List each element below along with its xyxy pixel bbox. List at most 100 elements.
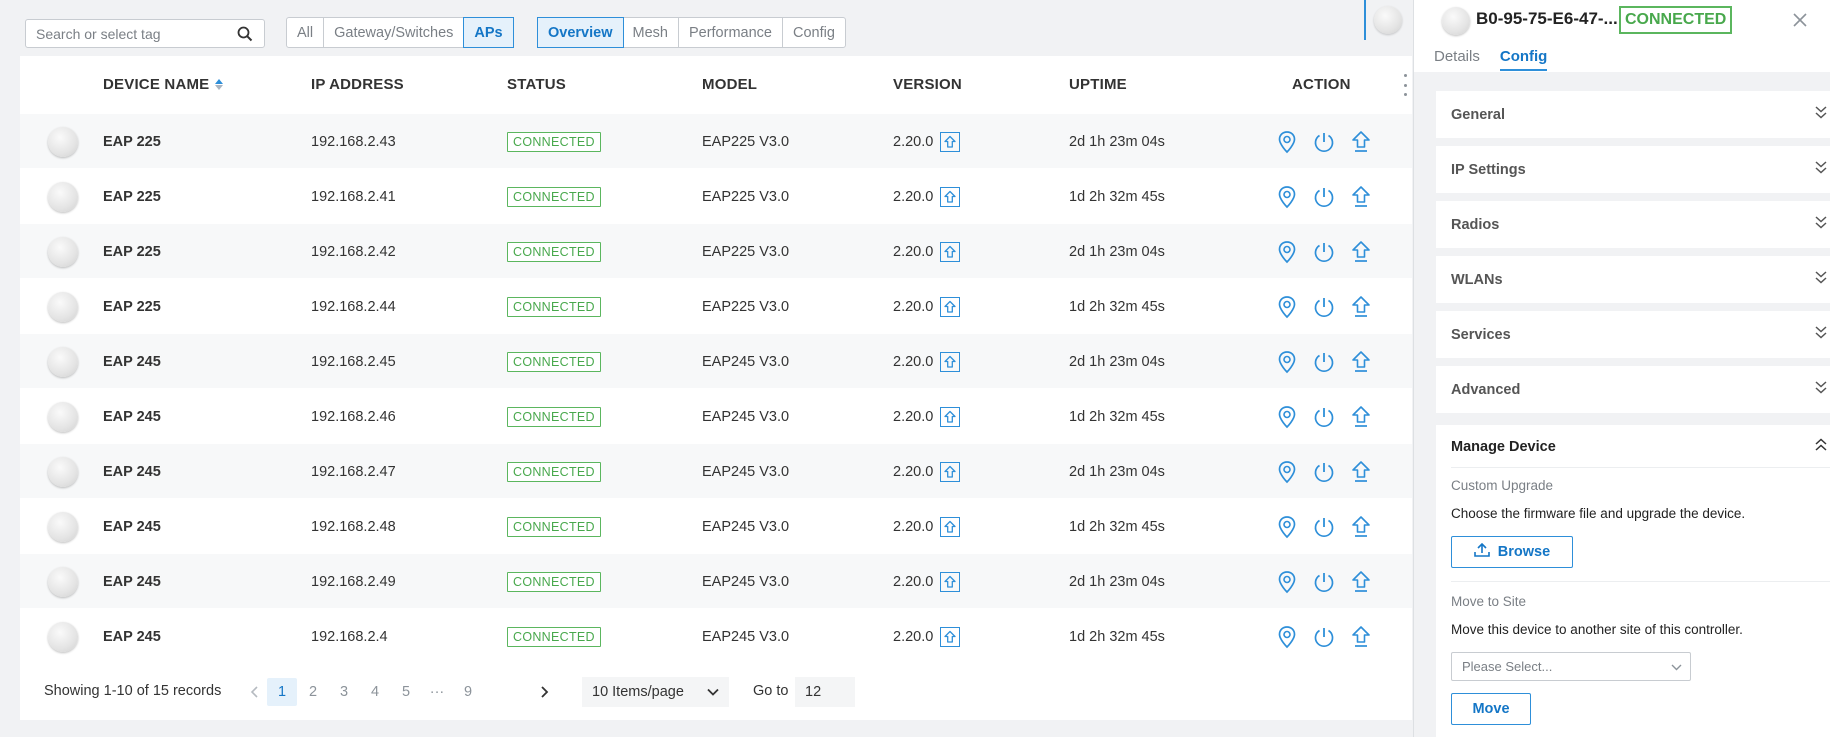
upgrade-icon[interactable] xyxy=(1348,349,1374,375)
locate-icon[interactable] xyxy=(1274,459,1300,485)
tab-details[interactable]: Details xyxy=(1434,48,1480,71)
page-button[interactable]: 9 xyxy=(453,678,483,706)
section-ip-settings[interactable]: IP Settings xyxy=(1436,146,1830,193)
upgrade-icon[interactable] xyxy=(1348,239,1374,265)
upgrade-icon[interactable] xyxy=(1348,404,1374,430)
table-row[interactable]: EAP 245 192.168.2.45 CONNECTED EAP245 V3… xyxy=(20,333,1412,388)
locate-icon[interactable] xyxy=(1274,514,1300,540)
tab-config[interactable]: Config xyxy=(783,18,845,47)
device-table: DEVICE NAME IP ADDRESS STATUS MODEL VERS… xyxy=(20,56,1412,720)
filter-aps-button[interactable]: APs xyxy=(463,17,514,48)
table-row[interactable]: EAP 225 192.168.2.43 CONNECTED EAP225 V3… xyxy=(20,113,1412,168)
chevron-double-up-icon[interactable] xyxy=(1815,438,1827,457)
table-row[interactable]: EAP 225 192.168.2.41 CONNECTED EAP225 V3… xyxy=(20,168,1412,223)
page-button[interactable]: 2 xyxy=(298,678,328,706)
tab-mesh[interactable]: Mesh xyxy=(623,18,679,47)
section-wlans[interactable]: WLANs xyxy=(1436,256,1830,303)
device-name[interactable]: EAP 245 xyxy=(103,389,161,444)
page-size-select[interactable]: 10 Items/page xyxy=(582,677,729,707)
device-name[interactable]: EAP 245 xyxy=(103,554,161,609)
upgrade-icon[interactable] xyxy=(1348,459,1374,485)
tab-performance[interactable]: Performance xyxy=(679,18,783,47)
device-name[interactable]: EAP 225 xyxy=(103,279,161,334)
filter-gateway-switches-button[interactable]: Gateway/Switches xyxy=(324,18,465,47)
locate-icon[interactable] xyxy=(1274,624,1300,650)
device-name[interactable]: EAP 245 xyxy=(103,609,161,664)
locate-icon[interactable] xyxy=(1274,239,1300,265)
search-input[interactable] xyxy=(36,25,236,42)
section-radios[interactable]: Radios xyxy=(1436,201,1830,248)
tab-overview[interactable]: Overview xyxy=(537,17,624,48)
reboot-icon[interactable] xyxy=(1311,514,1337,540)
firmware-upgrade-icon[interactable] xyxy=(940,296,961,317)
table-row[interactable]: EAP 245 192.168.2.47 CONNECTED EAP245 V3… xyxy=(20,443,1412,498)
upgrade-icon[interactable] xyxy=(1348,184,1374,210)
move-button[interactable]: Move xyxy=(1451,693,1531,725)
goto-input[interactable]: 12 xyxy=(795,677,855,707)
device-name[interactable]: EAP 245 xyxy=(103,499,161,554)
firmware-upgrade-icon[interactable] xyxy=(940,571,961,592)
locate-icon[interactable] xyxy=(1274,129,1300,155)
reboot-icon[interactable] xyxy=(1311,129,1337,155)
search-box[interactable] xyxy=(25,19,265,48)
firmware-upgrade-icon[interactable] xyxy=(940,241,961,262)
pagination-ellipsis[interactable]: ··· xyxy=(422,678,452,706)
reboot-icon[interactable] xyxy=(1311,184,1337,210)
prev-page-button[interactable] xyxy=(240,678,270,706)
sort-icon[interactable] xyxy=(215,79,224,90)
locate-icon[interactable] xyxy=(1274,404,1300,430)
device-name[interactable]: EAP 245 xyxy=(103,334,161,389)
locate-icon[interactable] xyxy=(1274,349,1300,375)
firmware-upgrade-icon[interactable] xyxy=(940,516,961,537)
page-button[interactable]: 1 xyxy=(267,678,297,706)
manage-device-title[interactable]: Manage Device xyxy=(1451,439,1556,455)
device-name[interactable]: EAP 245 xyxy=(103,444,161,499)
page-button[interactable]: 3 xyxy=(329,678,359,706)
firmware-upgrade-icon[interactable] xyxy=(940,186,961,207)
firmware-upgrade-icon[interactable] xyxy=(940,461,961,482)
device-name[interactable]: EAP 225 xyxy=(103,224,161,279)
search-icon[interactable] xyxy=(236,25,254,43)
upgrade-icon[interactable] xyxy=(1348,294,1374,320)
section-services[interactable]: Services xyxy=(1436,311,1830,358)
reboot-icon[interactable] xyxy=(1311,239,1337,265)
reboot-icon[interactable] xyxy=(1311,404,1337,430)
table-row[interactable]: EAP 245 192.168.2.49 CONNECTED EAP245 V3… xyxy=(20,553,1412,608)
tab-panel-config[interactable]: Config xyxy=(1499,48,1548,71)
next-page-button[interactable] xyxy=(529,678,559,706)
upgrade-icon[interactable] xyxy=(1348,624,1374,650)
table-row[interactable]: EAP 245 192.168.2.46 CONNECTED EAP245 V3… xyxy=(20,388,1412,443)
device-name[interactable]: EAP 225 xyxy=(103,114,161,169)
firmware-upgrade-icon[interactable] xyxy=(940,131,961,152)
column-menu-icon[interactable] xyxy=(1400,74,1410,96)
close-icon[interactable] xyxy=(1789,9,1811,31)
upgrade-icon[interactable] xyxy=(1348,569,1374,595)
table-row[interactable]: EAP 225 192.168.2.42 CONNECTED EAP225 V3… xyxy=(20,223,1412,278)
page-button[interactable]: 4 xyxy=(360,678,390,706)
table-row[interactable]: EAP 225 192.168.2.44 CONNECTED EAP225 V3… xyxy=(20,278,1412,333)
firmware-upgrade-icon[interactable] xyxy=(940,406,961,427)
locate-icon[interactable] xyxy=(1274,569,1300,595)
reboot-icon[interactable] xyxy=(1311,569,1337,595)
header-device-name[interactable]: DEVICE NAME xyxy=(103,56,224,113)
upgrade-icon[interactable] xyxy=(1348,514,1374,540)
section-advanced[interactable]: Advanced xyxy=(1436,366,1830,413)
reboot-icon[interactable] xyxy=(1311,349,1337,375)
upgrade-icon[interactable] xyxy=(1348,129,1374,155)
reboot-icon[interactable] xyxy=(1311,624,1337,650)
browse-button[interactable]: Browse xyxy=(1451,536,1573,568)
table-row[interactable]: EAP 245 192.168.2.4 CONNECTED EAP245 V3.… xyxy=(20,608,1412,663)
locate-icon[interactable] xyxy=(1274,294,1300,320)
filter-all-button[interactable]: All xyxy=(287,18,325,47)
locate-icon[interactable] xyxy=(1274,184,1300,210)
device-name[interactable]: EAP 225 xyxy=(103,169,161,224)
section-general[interactable]: General xyxy=(1436,91,1830,138)
table-row[interactable]: EAP 245 192.168.2.48 CONNECTED EAP245 V3… xyxy=(20,498,1412,553)
firmware-upgrade-icon[interactable] xyxy=(940,351,961,372)
reboot-icon[interactable] xyxy=(1311,459,1337,485)
header-ip-address: IP ADDRESS xyxy=(311,76,404,93)
page-button[interactable]: 5 xyxy=(391,678,421,706)
site-select[interactable]: Please Select... xyxy=(1451,652,1691,681)
reboot-icon[interactable] xyxy=(1311,294,1337,320)
firmware-upgrade-icon[interactable] xyxy=(940,626,961,647)
